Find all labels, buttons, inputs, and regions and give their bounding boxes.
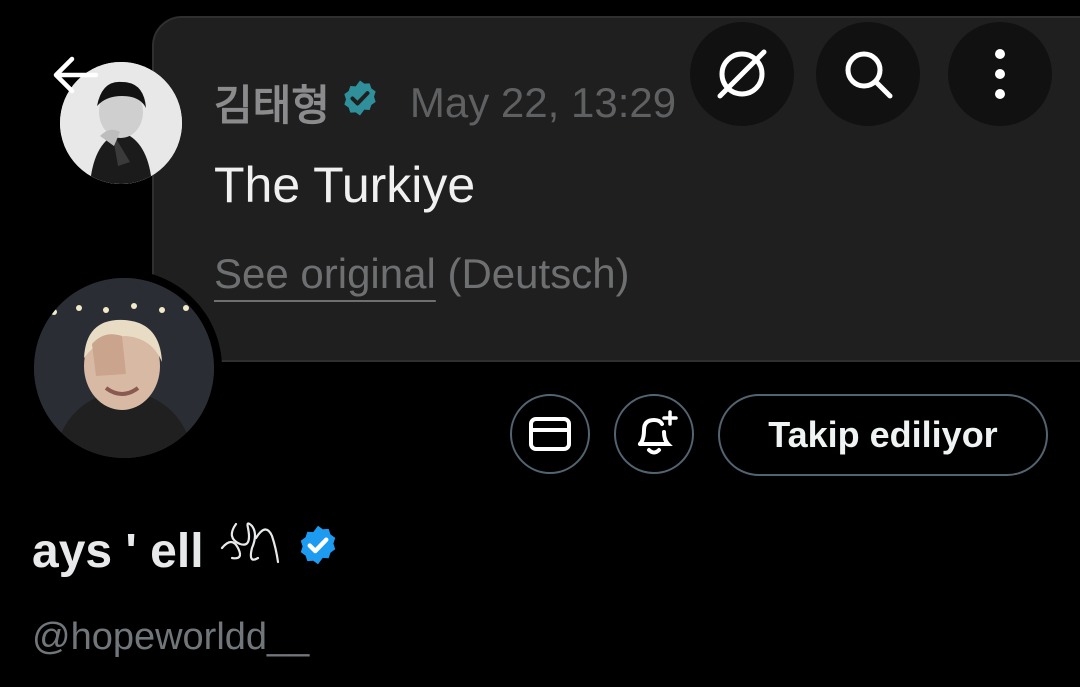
see-original-link[interactable]: See original: [214, 250, 436, 297]
original-language: (Deutsch): [447, 250, 630, 297]
search-icon: [845, 51, 893, 99]
quoted-post-text: The Turkiye: [214, 157, 476, 213]
translation-note: See original (Deutsch): [214, 250, 630, 298]
following-button[interactable]: Takip ediliyor: [718, 394, 1048, 476]
more-vertical-icon: [995, 49, 1005, 99]
message-button[interactable]: [510, 394, 590, 474]
quoted-post-time: May 22, 13:29: [409, 78, 677, 126]
bell-plus-icon: [638, 410, 678, 455]
verified-badge-icon: [296, 523, 340, 579]
grok-icon: [717, 49, 767, 99]
back-button[interactable]: [40, 40, 110, 110]
profile-handle: @hopeworldd__: [32, 616, 310, 658]
grok-button[interactable]: [690, 22, 794, 126]
verified-badge-icon: [340, 78, 380, 128]
display-name-text: ays ' ell: [32, 524, 204, 578]
envelope-icon: [529, 417, 571, 451]
name-decoration: [218, 518, 282, 584]
arrow-left-icon: [53, 56, 99, 94]
more-button[interactable]: [948, 22, 1052, 126]
profile-avatar[interactable]: [26, 270, 222, 466]
quoted-post-header: 김태형 May 22, 13:29: [214, 72, 676, 133]
quoted-author-name: 김태형: [214, 82, 330, 129]
profile-display-name: ays ' ell: [32, 518, 340, 584]
notifications-button[interactable]: [614, 394, 694, 474]
search-button[interactable]: [816, 22, 920, 126]
profile-avatar-image: [34, 278, 214, 458]
